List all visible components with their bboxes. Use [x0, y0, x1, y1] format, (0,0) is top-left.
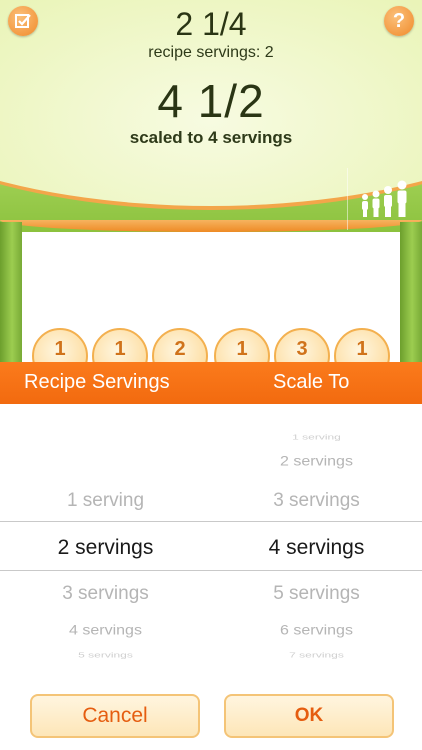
scaled-quantity: 4 1/2 [157, 75, 265, 127]
picker-row[interactable]: 1 serving [211, 433, 422, 441]
people-scale-button[interactable] [347, 168, 422, 230]
picker-row[interactable]: 3 servings [0, 583, 211, 605]
scaler-screen: ? 2 1/4 recipe servings: 2 4 1/2 scaled … [0, 0, 422, 750]
picker-row[interactable]: 6 servings [211, 623, 422, 638]
picker-row[interactable]: 7 servings [211, 651, 422, 659]
scaled-servings-label: scaled to 4 servings [129, 128, 293, 147]
picker-row-selected[interactable]: 4 servings [211, 536, 422, 560]
picker-row[interactable]: 5 servings [211, 583, 422, 605]
recipe-servings-label: recipe servings: 2 [148, 44, 274, 61]
cancel-button[interactable]: Cancel [30, 694, 200, 738]
picker-row[interactable]: 5 servings [0, 651, 211, 659]
picker-header: Recipe Servings Scale To [0, 362, 422, 404]
picker-row[interactable]: 4 servings [0, 623, 211, 638]
picker-row-selected[interactable]: 2 servings [0, 536, 211, 560]
scale-to-wheel[interactable]: 1 serving 2 servings 3 servings 4 servin… [211, 404, 422, 674]
recipe-servings-wheel[interactable]: 1 serving 2 servings 3 servings 4 servin… [0, 404, 211, 674]
people-scale-icon [362, 180, 407, 217]
ok-button[interactable]: OK [224, 694, 394, 738]
picker-row[interactable]: 2 servings [211, 454, 422, 469]
quantity-display: ? 2 1/4 recipe servings: 2 4 1/2 scaled … [0, 0, 422, 250]
scale-to-header: Scale To [273, 371, 350, 393]
picker-row[interactable]: 3 servings [211, 490, 422, 512]
recipe-quantity: 2 1/4 [175, 6, 247, 42]
recipe-servings-header: Recipe Servings [24, 371, 170, 393]
picker-row[interactable]: 1 serving [0, 490, 211, 512]
